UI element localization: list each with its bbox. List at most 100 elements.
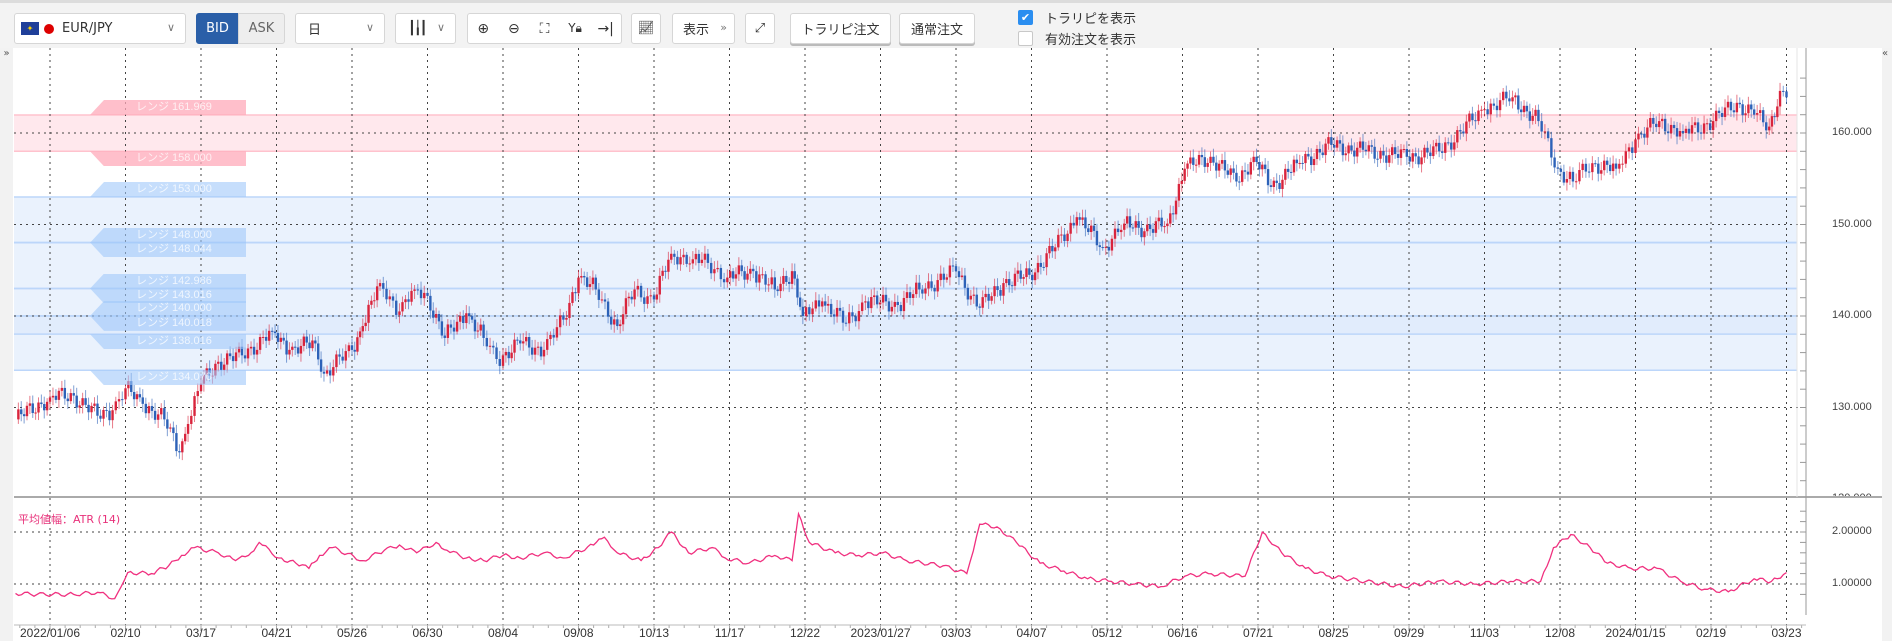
range-label[interactable]: レンジ 134.070 [90, 370, 246, 386]
candle-body [513, 339, 516, 353]
candle-body [706, 253, 710, 263]
candle-body [1078, 217, 1081, 220]
candle-body [804, 307, 808, 316]
candle-body [1356, 147, 1359, 157]
candle-body [388, 296, 391, 300]
candle-body [1699, 132, 1703, 134]
candle-body [867, 301, 870, 309]
date-tick-label: 11/03 [1469, 626, 1500, 640]
candle-body [1525, 105, 1529, 112]
candle-body [153, 410, 157, 420]
candle-body [779, 283, 782, 292]
candle-body [1089, 225, 1093, 233]
candle-body [1060, 234, 1063, 236]
candle-body [270, 330, 274, 332]
candle-body [737, 265, 741, 275]
candle-body [844, 322, 848, 324]
candle-body [1226, 170, 1229, 175]
candle-body [1597, 163, 1600, 174]
candle-body [40, 402, 43, 405]
candle-body [1553, 157, 1556, 168]
candle-body [719, 267, 723, 280]
range-label[interactable]: レンジ 138.016 [90, 334, 246, 350]
candle-body [1587, 171, 1591, 173]
candle-body [1534, 109, 1537, 116]
candle-body [616, 319, 619, 327]
candle-body [426, 292, 429, 296]
candle-body [1069, 222, 1072, 234]
candle-body [981, 297, 984, 308]
candle-body [1057, 234, 1060, 248]
candle-body [613, 319, 616, 325]
candle-body [225, 353, 229, 365]
candle-body [1146, 224, 1149, 232]
candle-body [407, 299, 410, 302]
range-label[interactable]: レンジ 153.000 [90, 182, 246, 198]
candle-body [1128, 216, 1132, 228]
date-tick-label: 2022/01/06 [19, 626, 81, 640]
candle-body [1269, 185, 1273, 187]
candle-body [1347, 145, 1350, 154]
candle-body [299, 345, 303, 354]
candle-body [574, 292, 577, 294]
candle-body [600, 299, 604, 301]
candle-body [643, 297, 646, 304]
range-label[interactable]: レンジ 148.000 [90, 227, 246, 243]
candle-body [1016, 270, 1020, 274]
candle-body [649, 295, 652, 297]
candle-body [1417, 156, 1420, 165]
candle-body [936, 280, 939, 292]
candle-body [1240, 170, 1244, 182]
range-label[interactable]: レンジ 158.000 [90, 151, 246, 167]
candle-body [452, 327, 456, 332]
candle-body [1298, 162, 1301, 164]
candle-body [437, 314, 441, 322]
range-label[interactable]: レンジ 161.969 [90, 99, 246, 115]
candle-body [1104, 246, 1107, 248]
date-tick-label: 07/21 [1242, 626, 1274, 640]
candle-body [347, 345, 351, 352]
candle-body [1353, 150, 1356, 157]
candle-body [915, 282, 918, 295]
candle-body [896, 301, 899, 306]
candle-body [585, 277, 589, 287]
candle-body [234, 352, 238, 362]
candle-body [960, 275, 964, 278]
candle-body [273, 331, 277, 334]
candle-body [1765, 122, 1768, 131]
candle-body [821, 301, 824, 307]
candle-body [796, 278, 799, 298]
candle-body [1660, 118, 1664, 122]
candle-body [676, 256, 679, 265]
candle-body [875, 295, 879, 305]
candle-body [1335, 140, 1339, 148]
candle-body [181, 441, 184, 453]
candle-body [395, 300, 398, 315]
candle-body [1594, 163, 1597, 165]
candle-body [1255, 156, 1258, 162]
range-label[interactable]: レンジ 140.000 [90, 301, 246, 316]
price-chart[interactable] [0, 0, 1892, 641]
candle-body [1459, 130, 1462, 132]
range-label[interactable]: レンジ 148.044 [90, 242, 246, 258]
candle-body [522, 341, 525, 344]
candle-body [186, 423, 190, 434]
candle-body [31, 403, 34, 414]
candle-body [624, 298, 628, 315]
candle-body [619, 324, 622, 327]
date-tick-label: 03/03 [940, 626, 972, 640]
candle-body [87, 404, 90, 413]
candle-body [1621, 163, 1624, 165]
candle-body [361, 326, 364, 332]
range-label[interactable]: レンジ 142.986 [90, 273, 246, 289]
candle-body [1402, 149, 1406, 151]
candle-body [1414, 153, 1417, 157]
range-label[interactable]: レンジ 140.018 [90, 315, 246, 331]
candle-body [758, 274, 761, 283]
candle-body [817, 300, 821, 307]
candle-body [664, 270, 667, 272]
candle-body [1266, 169, 1270, 186]
candle-body [291, 346, 294, 350]
candle-body [485, 337, 489, 347]
candle-body [156, 414, 160, 420]
